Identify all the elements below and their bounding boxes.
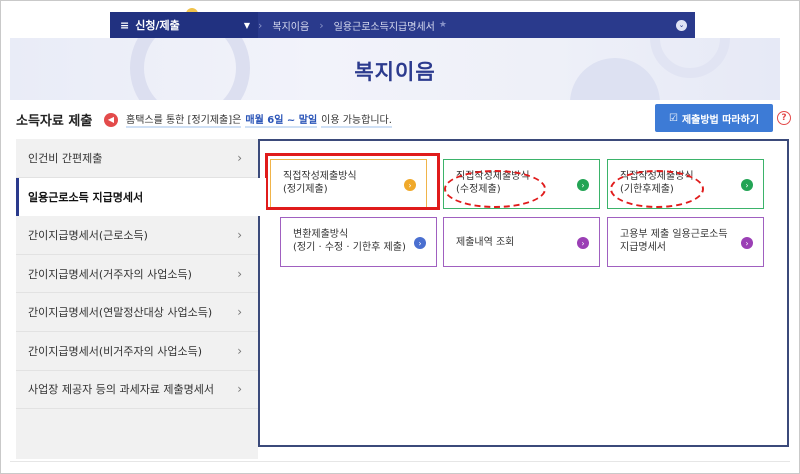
sidebar-item-label: 간이지급명세서(비거주자의 사업소득) bbox=[28, 344, 202, 358]
sidebar: 인건비 간편제출 › 일용근로소득 지급명세서 간이지급명세서(근로소득) › … bbox=[16, 139, 266, 459]
caret-down-icon: ▼ bbox=[243, 20, 250, 30]
expand-icon[interactable]: ⌄ bbox=[676, 19, 687, 31]
highlight-oval bbox=[444, 170, 546, 208]
menu-select[interactable]: ≡ 신청/제출 ▼ bbox=[110, 12, 258, 38]
breadcrumb-2[interactable]: 일용근로소득지급명세서 ★ bbox=[324, 12, 457, 38]
arrow-right-icon: › bbox=[577, 179, 589, 191]
arrow-right-icon: › bbox=[577, 237, 589, 249]
menu-select-label: 신청/제출 bbox=[135, 19, 180, 32]
top-navigation: ≡ 신청/제출 ▼ › 복지이음 › 일용근로소득지급명세서 ★ ⌄ bbox=[110, 12, 695, 38]
chevron-right-icon: › bbox=[237, 305, 242, 320]
sidebar-item-label: 일용근로소득 지급명세서 bbox=[28, 190, 144, 204]
sidebar-item-simple-yearend-business[interactable]: 간이지급명세서(연말정산대상 사업소득) › bbox=[16, 293, 258, 332]
notice-period: 매월 6일 ~ 말일 bbox=[245, 111, 318, 128]
edit-icon: ☑ bbox=[668, 112, 678, 124]
sidebar-item-simple-earned[interactable]: 간이지급명세서(근로소득) › bbox=[16, 216, 258, 255]
help-icon[interactable]: ? bbox=[777, 111, 791, 125]
divider bbox=[10, 461, 790, 462]
sidebar-item-daily-wage[interactable]: 일용근로소득 지급명세서 bbox=[16, 177, 266, 217]
sidebar-item-label: 간이지급명세서(연말정산대상 사업소득) bbox=[28, 306, 213, 320]
sidebar-item-label: 인건비 간편제출 bbox=[28, 151, 103, 165]
speaker-icon: ◀ bbox=[104, 112, 118, 127]
sidebar-item-simple-nonresident-business[interactable]: 간이지급명세서(비거주자의 사업소득) › bbox=[16, 332, 258, 371]
sidebar-item-label: 간이지급명세서(거주자의 사업소득) bbox=[28, 267, 192, 281]
highlight-box bbox=[265, 153, 440, 210]
page-banner: 복지이음 bbox=[10, 38, 780, 100]
card-conversion[interactable]: 변환제출방식 (정기 · 수정 · 기한후 제출) › bbox=[280, 217, 437, 267]
chevron-right-icon: › bbox=[237, 343, 242, 358]
follow-guide-button[interactable]: ☑ 제출방법 따라하기 bbox=[655, 104, 773, 132]
arrow-right-icon: › bbox=[414, 237, 426, 249]
chevron-right-icon: › bbox=[237, 382, 242, 397]
page-title: 복지이음 bbox=[354, 60, 436, 84]
notice-message: ◀ 홈택스를 통한 [정기제출]은 매월 6일 ~ 말일 이용 가능합니다. bbox=[104, 111, 392, 128]
notice-text-2: 이용 가능합니다. bbox=[321, 111, 392, 128]
star-icon[interactable]: ★ bbox=[439, 20, 447, 30]
sidebar-item-label: 간이지급명세서(근로소득) bbox=[28, 228, 148, 242]
notice-text-1: 홈택스를 통한 [정기제출]은 bbox=[126, 111, 242, 128]
card-employment-ministry[interactable]: 고용부 제출 일용근로소득 지급명세서 › bbox=[607, 217, 764, 267]
chevron-right-icon: › bbox=[237, 266, 242, 281]
sidebar-item-workplace-provider[interactable]: 사업장 제공자 등의 과세자료 제출명세서 › bbox=[16, 371, 258, 410]
breadcrumb-2-label: 일용근로소득지급명세서 bbox=[333, 21, 435, 33]
card-history[interactable]: 제출내역 조회 › bbox=[443, 217, 600, 267]
sidebar-item-simple-resident-business[interactable]: 간이지급명세서(거주자의 사업소득) › bbox=[16, 255, 258, 294]
breadcrumb-1[interactable]: 복지이음 bbox=[262, 12, 319, 38]
section-title: 소득자료 제출 bbox=[16, 114, 93, 129]
sidebar-item-label: 사업장 제공자 등의 과세자료 제출명세서 bbox=[28, 383, 215, 397]
chevron-right-icon: › bbox=[237, 150, 242, 165]
sidebar-item-labor-cost[interactable]: 인건비 간편제출 › bbox=[16, 139, 258, 178]
arrow-right-icon: › bbox=[741, 179, 753, 191]
highlight-oval bbox=[610, 170, 704, 208]
hamburger-icon: ≡ bbox=[120, 18, 130, 32]
follow-guide-label: 제출방법 따라하기 bbox=[681, 114, 760, 126]
arrow-right-icon: › bbox=[741, 237, 753, 249]
chevron-right-icon: › bbox=[237, 227, 242, 242]
